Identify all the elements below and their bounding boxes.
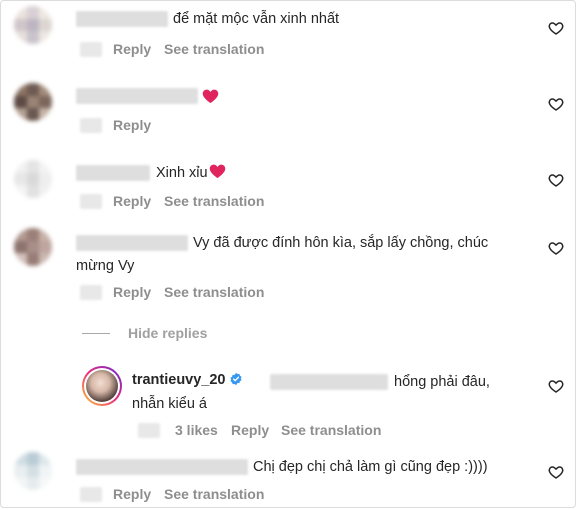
red-heart-emoji <box>209 164 225 179</box>
comment-text: Xinh xỉu <box>156 163 226 183</box>
reply-button[interactable]: Reply <box>231 422 269 438</box>
see-translation-link[interactable]: See translation <box>164 486 264 502</box>
redacted-username[interactable] <box>76 165 150 181</box>
redacted-timestamp <box>80 487 102 502</box>
heart-outline-icon[interactable] <box>548 96 564 112</box>
see-translation-link[interactable]: See translation <box>281 422 381 438</box>
reply-text-line-1: hổng phải đâu, <box>394 374 490 390</box>
reply-button[interactable]: Reply <box>113 486 151 502</box>
redacted-timestamp <box>80 194 102 209</box>
heart-outline-icon[interactable] <box>548 20 564 36</box>
see-translation-link[interactable]: See translation <box>164 41 264 57</box>
avatar-photo <box>86 370 118 402</box>
avatar[interactable] <box>14 160 52 198</box>
reply-button[interactable]: Reply <box>113 117 151 133</box>
heart-outline-icon[interactable] <box>548 464 564 480</box>
comment-text-line-2: mừng Vy <box>76 258 135 274</box>
avatar[interactable] <box>14 6 52 44</box>
heart-outline-icon[interactable] <box>548 240 564 256</box>
redacted-username[interactable] <box>76 88 198 104</box>
reply-button[interactable]: Reply <box>113 41 151 57</box>
hide-replies-button[interactable]: Hide replies <box>128 325 207 341</box>
comment-text-line-1: Vy đã được đính hôn kìa, sắp lấy chồng, … <box>193 235 489 251</box>
see-translation-link[interactable]: See translation <box>164 193 264 209</box>
redacted-username[interactable] <box>76 459 248 475</box>
heart-outline-icon[interactable] <box>548 172 564 188</box>
comment-text-content: Xinh xỉu <box>156 165 208 181</box>
redacted-timestamp <box>80 118 102 133</box>
avatar[interactable] <box>14 452 52 490</box>
heart-outline-icon[interactable] <box>548 378 564 394</box>
reply-text-line-2: nhẫn kiểu á <box>132 396 207 412</box>
avatar[interactable] <box>14 83 52 121</box>
redacted-mention[interactable] <box>270 374 388 390</box>
redacted-username[interactable] <box>76 235 188 251</box>
likes-count[interactable]: 3 likes <box>175 422 218 438</box>
redacted-timestamp <box>138 423 160 438</box>
reply-button[interactable]: Reply <box>113 193 151 209</box>
redacted-timestamp <box>80 42 102 57</box>
reply-avatar[interactable] <box>82 366 122 406</box>
red-heart-emoji <box>202 89 219 104</box>
avatar[interactable] <box>14 228 52 266</box>
reply-header: trantieuvy_20 <box>132 371 243 389</box>
redacted-username[interactable] <box>76 11 168 27</box>
hide-replies-divider <box>82 333 110 334</box>
reply-username[interactable]: trantieuvy_20 <box>132 372 226 388</box>
redacted-timestamp <box>80 285 102 300</box>
avatar-inner <box>84 368 120 404</box>
reply-button[interactable]: Reply <box>113 284 151 300</box>
see-translation-link[interactable]: See translation <box>164 284 264 300</box>
comment-text: Chị đẹp chị chả làm gì cũng đẹp :)))) <box>253 459 488 475</box>
verified-badge-icon <box>230 372 241 386</box>
comment-text: để mặt mộc vẫn xinh nhất <box>173 11 340 27</box>
